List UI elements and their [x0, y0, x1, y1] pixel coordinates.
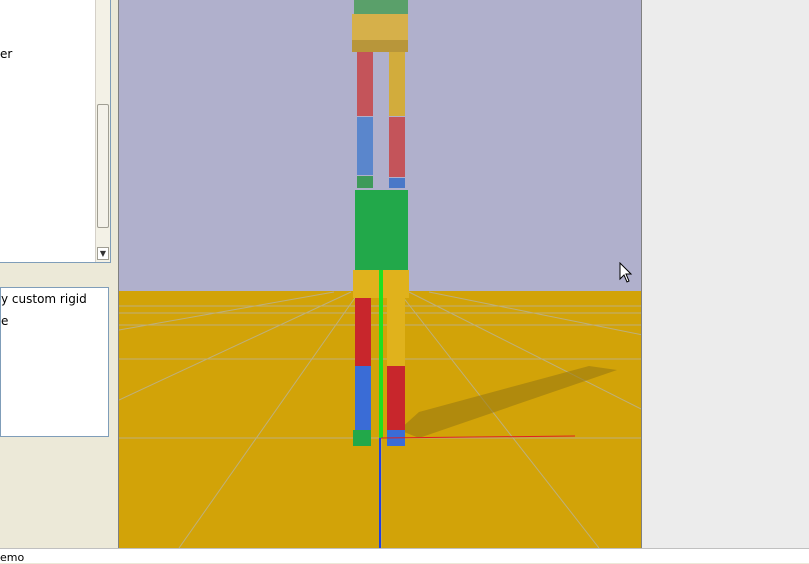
chest-block — [355, 190, 408, 270]
foot-right — [389, 178, 405, 188]
shin-right — [389, 117, 405, 177]
status-bar: emo — [0, 548, 809, 564]
hip-block — [352, 14, 408, 40]
hip-shade — [352, 40, 408, 52]
example-tree-list[interactable]: er ▼ — [0, 0, 111, 263]
mouse-cursor-icon — [619, 262, 633, 283]
tree-scrollbar[interactable]: ▼ — [95, 0, 110, 262]
description-box: y custom rigid e — [0, 287, 109, 437]
upper-leg-left — [355, 298, 371, 366]
thigh-right — [389, 52, 405, 116]
thigh-left — [357, 52, 373, 116]
lower-leg-left — [355, 366, 371, 430]
lower-leg-right — [387, 366, 405, 430]
chevron-down-icon: ▼ — [99, 249, 107, 258]
3d-viewport[interactable] — [118, 0, 642, 548]
foot-near-left — [353, 430, 371, 446]
scrollbar-thumb[interactable] — [97, 104, 109, 228]
right-panel — [642, 0, 809, 548]
shin-left — [357, 117, 373, 175]
torso-block — [354, 0, 408, 14]
upper-leg-right — [387, 298, 405, 366]
tree-item[interactable]: er — [0, 47, 12, 61]
status-text: emo — [0, 551, 25, 564]
description-line: e — [1, 314, 9, 328]
tree-item-label: er — [0, 47, 13, 61]
scene-render — [119, 0, 641, 548]
foot-left — [357, 176, 373, 188]
description-line: y custom rigid — [1, 292, 87, 306]
left-panel: er ▼ y custom rigid e — [0, 0, 118, 548]
scroll-down-button[interactable]: ▼ — [97, 247, 109, 260]
